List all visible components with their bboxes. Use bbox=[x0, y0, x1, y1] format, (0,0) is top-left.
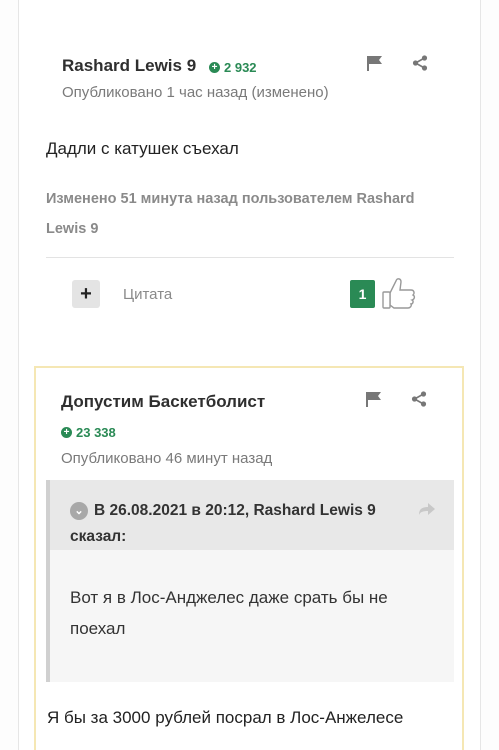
quote-button[interactable]: Цитата bbox=[123, 286, 172, 303]
flag-icon[interactable] bbox=[364, 52, 386, 74]
like-count[interactable]: 1 bbox=[350, 280, 375, 308]
reputation-value: 2 932 bbox=[224, 60, 257, 75]
plus-icon: + bbox=[80, 282, 92, 305]
post-divider bbox=[46, 257, 454, 258]
post-meta: Опубликовано 1 час назад (изменено) bbox=[62, 84, 329, 101]
multiquote-plus-button[interactable]: + bbox=[72, 280, 100, 308]
thumbs-up-icon[interactable] bbox=[381, 275, 417, 318]
share-icon[interactable] bbox=[408, 388, 430, 410]
reputation-value: 23 338 bbox=[76, 425, 116, 440]
post-meta: Опубликовано 46 минут назад bbox=[61, 450, 273, 467]
quote-header[interactable]: ⌄ В 26.08.2021 в 20:12, Rashard Lewis 9 с… bbox=[50, 480, 454, 550]
post-body: Я бы за 3000 рублей посрал в Лос-Анжелес… bbox=[47, 708, 404, 727]
post-author[interactable]: Rashard Lewis 9 bbox=[62, 56, 196, 76]
share-icon[interactable] bbox=[409, 52, 431, 74]
reputation-plus-icon: + bbox=[209, 62, 220, 73]
quote-block: ⌄ В 26.08.2021 в 20:12, Rashard Lewis 9 с… bbox=[46, 480, 454, 682]
chevron-down-icon[interactable]: ⌄ bbox=[70, 502, 88, 520]
reputation-badge[interactable]: + 2 932 bbox=[209, 60, 257, 75]
reputation-plus-icon: + bbox=[61, 427, 72, 438]
post-basketbolist: Допустим Баскетболист + 23 338 Опубликов… bbox=[34, 366, 464, 750]
post-body: Дадли с катушек съехал bbox=[46, 139, 239, 158]
quote-text: Вот я в Лос-Анджелес даже срать бы не по… bbox=[70, 588, 388, 638]
quote-citation: В 26.08.2021 в 20:12, Rashard Lewis 9 ск… bbox=[70, 502, 376, 545]
flag-icon[interactable] bbox=[363, 388, 385, 410]
post-author[interactable]: Допустим Баскетболист bbox=[61, 392, 265, 412]
reply-arrow-icon[interactable] bbox=[418, 502, 436, 521]
reputation-badge[interactable]: + 23 338 bbox=[61, 425, 116, 440]
edited-note: Изменено 51 минута назад пользователем R… bbox=[46, 191, 415, 237]
